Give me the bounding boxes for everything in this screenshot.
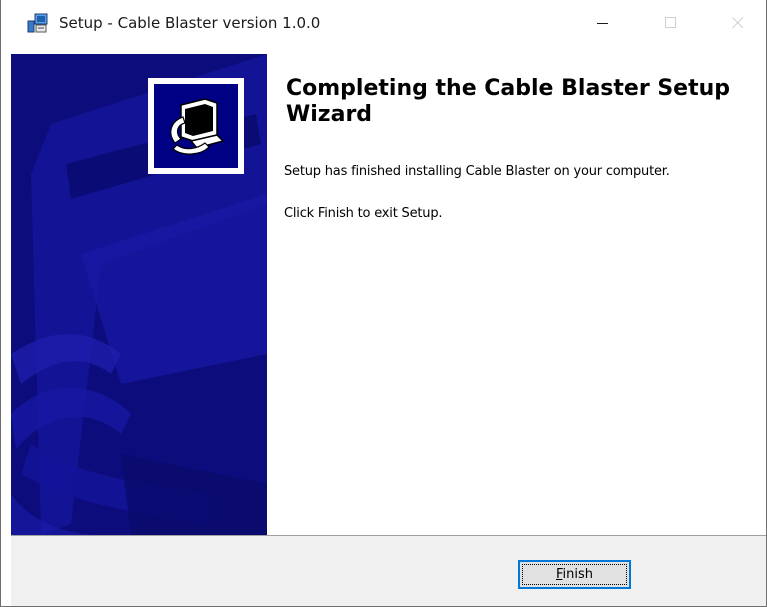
exit-instruction: Click Finish to exit Setup. — [284, 206, 443, 221]
finished-message: Setup has finished installing Cable Blas… — [284, 164, 670, 179]
wizard-content: Completing the Cable Blaster Setup Wizar… — [267, 54, 766, 535]
close-icon — [732, 17, 744, 29]
close-button[interactable] — [715, 0, 761, 46]
finish-label-rest: inish — [562, 567, 594, 582]
setup-window: Setup - Cable Blaster version 1.0.0 Comp… — [0, 0, 767, 607]
window-title: Setup - Cable Blaster version 1.0.0 — [59, 14, 321, 32]
setup-logo — [148, 78, 244, 174]
maximize-button[interactable] — [648, 0, 694, 46]
minimize-button[interactable] — [580, 0, 626, 46]
minimize-icon — [597, 23, 608, 24]
wizard-banner — [11, 54, 267, 535]
computer-install-icon — [170, 98, 225, 155]
wizard-heading: Completing the Cable Blaster Setup Wizar… — [286, 76, 731, 127]
finish-button[interactable]: Finish — [518, 560, 631, 589]
title-bar[interactable]: Setup - Cable Blaster version 1.0.0 — [1, 0, 766, 46]
wizard-footer: Finish — [11, 536, 766, 606]
setup-app-icon[interactable] — [27, 12, 49, 34]
finish-button-label: Finish — [556, 567, 593, 582]
maximize-icon — [665, 17, 676, 28]
